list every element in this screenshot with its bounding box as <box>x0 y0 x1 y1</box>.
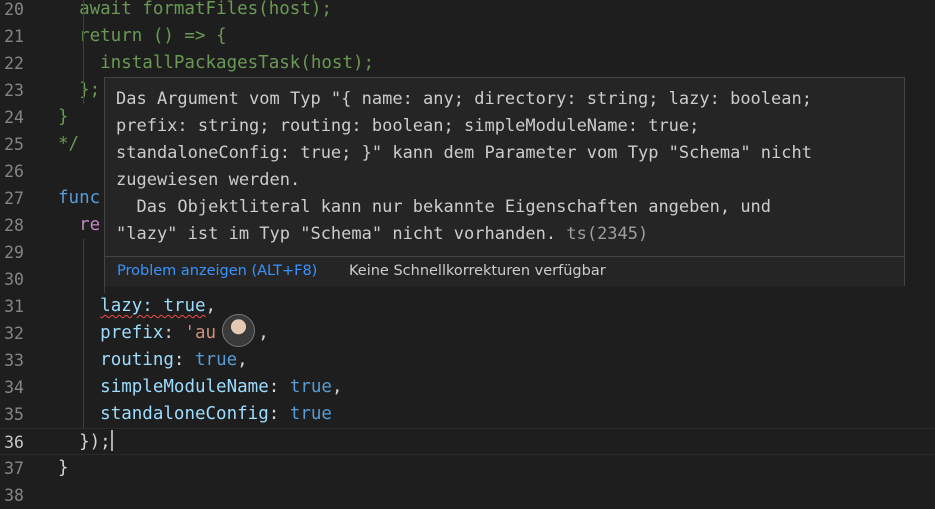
code-token: , <box>237 350 248 370</box>
no-quick-fixes-label: Keine Schnellkorrekturen verfügbar <box>349 263 606 279</box>
code-text: re <box>58 212 100 239</box>
line-number: 26 <box>4 162 24 181</box>
code-line[interactable]: 35 standaloneConfig: true <box>0 401 935 428</box>
indent-guide <box>83 0 84 104</box>
code-token: true <box>195 350 238 370</box>
error-hover-widget: Das Argument vom Typ "{ name: any; direc… <box>104 77 905 286</box>
indent-guide <box>83 239 84 428</box>
code-text: routing: true, <box>58 347 248 374</box>
code-token: routing <box>100 350 174 370</box>
code-text: func <box>58 185 100 212</box>
code-token: true <box>289 404 332 424</box>
code-line[interactable]: 22 installPackagesTask(host); <box>0 50 935 77</box>
line-number: 21 <box>4 27 24 46</box>
code-text: }; <box>58 77 100 104</box>
error-message-line: Das Objektliteral kann nur bekannte Eige… <box>116 197 772 217</box>
code-token: : <box>173 350 195 370</box>
code-line[interactable]: 36 }); <box>0 428 935 455</box>
code-line[interactable]: 21 return () => { <box>0 23 935 50</box>
line-number: 30 <box>4 270 24 289</box>
line-number: 33 <box>4 351 24 370</box>
error-message-line: standaloneConfig: true; }" kann dem Para… <box>116 143 812 163</box>
code-token: installPackagesTask(host); <box>58 53 375 73</box>
code-token: standaloneConfig <box>100 404 269 424</box>
line-number: 20 <box>4 0 24 19</box>
line-number: 36 <box>4 433 24 452</box>
error-message-line: "lazy" ist im Typ "Schema" nicht vorhand… <box>116 224 557 244</box>
code-token: , <box>258 323 269 343</box>
code-token: }); <box>58 432 111 452</box>
code-line[interactable]: 38 <box>0 482 935 509</box>
code-token: , <box>331 377 343 397</box>
line-number: 29 <box>4 243 24 262</box>
error-message: Das Argument vom Typ "{ name: any; direc… <box>116 86 896 248</box>
code-text: standaloneConfig: true <box>58 401 332 428</box>
text-cursor <box>110 430 113 451</box>
code-text: installPackagesTask(host); <box>58 50 374 77</box>
line-number: 28 <box>4 216 24 235</box>
code-line[interactable]: 37} <box>0 455 935 482</box>
line-number: 27 <box>4 189 24 208</box>
code-token: : <box>268 404 290 424</box>
code-token: */ <box>58 134 80 154</box>
error-message-line: Das Argument vom Typ "{ name: any; direc… <box>116 89 812 109</box>
line-number: 35 <box>4 405 24 424</box>
code-text: simpleModuleName: true, <box>58 374 343 401</box>
line-number: 32 <box>4 324 24 343</box>
code-token: func <box>58 188 101 208</box>
code-text: await formatFiles(host); <box>58 0 332 23</box>
line-number: 25 <box>4 135 24 154</box>
code-token: , <box>205 296 217 316</box>
code-token: simpleModuleName <box>100 377 269 397</box>
line-number: 24 <box>4 108 24 127</box>
line-number: 37 <box>4 459 24 478</box>
code-text: }); <box>58 429 113 456</box>
error-token: lazy: true <box>100 296 206 316</box>
code-text: } <box>58 455 69 482</box>
code-token: await formatFiles(host); <box>58 0 332 19</box>
code-token: } <box>58 107 69 127</box>
code-token: }; <box>58 80 101 100</box>
code-token: : <box>163 323 185 343</box>
code-token: prefix <box>100 323 164 343</box>
line-number: 31 <box>4 297 24 316</box>
code-token: true <box>289 377 332 397</box>
code-line[interactable]: 31 lazy: true, <box>0 293 935 320</box>
code-text: } <box>58 104 69 131</box>
error-message-line: zugewiesen werden. <box>116 170 301 190</box>
hover-status-bar: Problem anzeigen (ALT+F8) Keine Schnellk… <box>105 256 904 286</box>
code-text: lazy: true, <box>58 293 216 320</box>
user-avatar <box>222 314 255 347</box>
code-line[interactable]: 32 prefix: 'au 2', <box>0 320 935 347</box>
error-code: ts(2345) <box>566 224 649 244</box>
code-token: } <box>58 458 69 478</box>
line-number: 23 <box>4 81 24 100</box>
error-message-line: prefix: string; routing: boolean; simple… <box>116 116 700 136</box>
code-line[interactable]: 34 simpleModuleName: true, <box>0 374 935 401</box>
line-number: 34 <box>4 378 24 397</box>
line-number: 38 <box>4 486 24 505</box>
view-problem-link[interactable]: Problem anzeigen (ALT+F8) <box>117 257 317 285</box>
code-token: : <box>268 377 290 397</box>
code-token: re <box>58 215 101 235</box>
line-number: 22 <box>4 54 24 73</box>
code-text: */ <box>58 131 79 158</box>
code-line[interactable]: 20 await formatFiles(host); <box>0 0 935 23</box>
code-line[interactable]: 33 routing: true, <box>0 347 935 374</box>
